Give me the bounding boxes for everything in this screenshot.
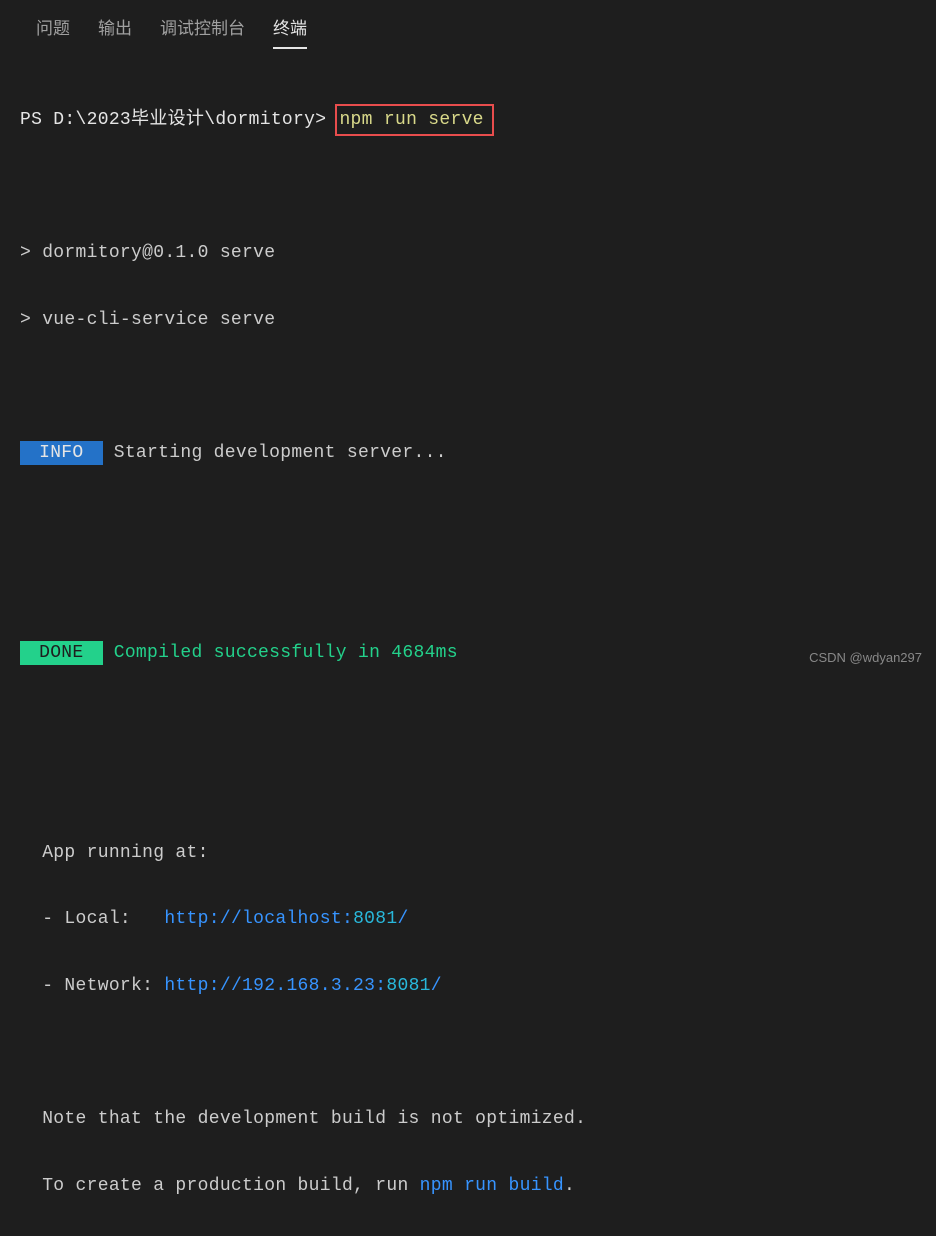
script-echo-line1: > dormitory@0.1.0 serve (20, 237, 916, 270)
app-running-label: App running at: (20, 837, 916, 870)
network-url[interactable]: http://192.168.3.23:8081/ (164, 976, 442, 996)
info-text: Starting development server... (103, 443, 447, 463)
panel-tabs: 问题 输出 调试控制台 终端 (0, 0, 936, 49)
done-text: Compiled successfully in 4684ms (103, 643, 458, 663)
info-line: INFO Starting development server... (20, 437, 916, 470)
done-badge: DONE (20, 641, 103, 665)
local-label: - Local: (20, 909, 164, 929)
command-text: npm run serve (339, 110, 483, 130)
build-command: npm run build (420, 1176, 564, 1196)
tab-output[interactable]: 输出 (98, 14, 132, 49)
command-highlight: npm run serve (335, 104, 493, 136)
watermark: CSDN @wdyan297 (809, 650, 922, 665)
tab-problems[interactable]: 问题 (36, 14, 70, 49)
terminal-output[interactable]: PS D:\2023毕业设计\dormitory> npm run serve … (0, 49, 936, 1236)
note-line2: To create a production build, run npm ru… (20, 1170, 916, 1203)
app-local-line: - Local: http://localhost:8081/ (20, 903, 916, 936)
script-echo-line2: > vue-cli-service serve (20, 304, 916, 337)
local-url[interactable]: http://localhost:8081/ (164, 909, 408, 929)
app-network-line: - Network: http://192.168.3.23:8081/ (20, 970, 916, 1003)
done-line: DONE Compiled successfully in 4684ms (20, 637, 916, 670)
info-badge: INFO (20, 441, 103, 465)
tab-debug-console[interactable]: 调试控制台 (160, 14, 245, 49)
network-label: - Network: (20, 976, 164, 996)
prompt-path: PS D:\2023毕业设计\dormitory> (20, 110, 326, 130)
note-line1: Note that the development build is not o… (20, 1103, 916, 1136)
prompt-line: PS D:\2023毕业设计\dormitory> npm run serve (20, 104, 916, 137)
tab-terminal[interactable]: 终端 (273, 14, 307, 49)
